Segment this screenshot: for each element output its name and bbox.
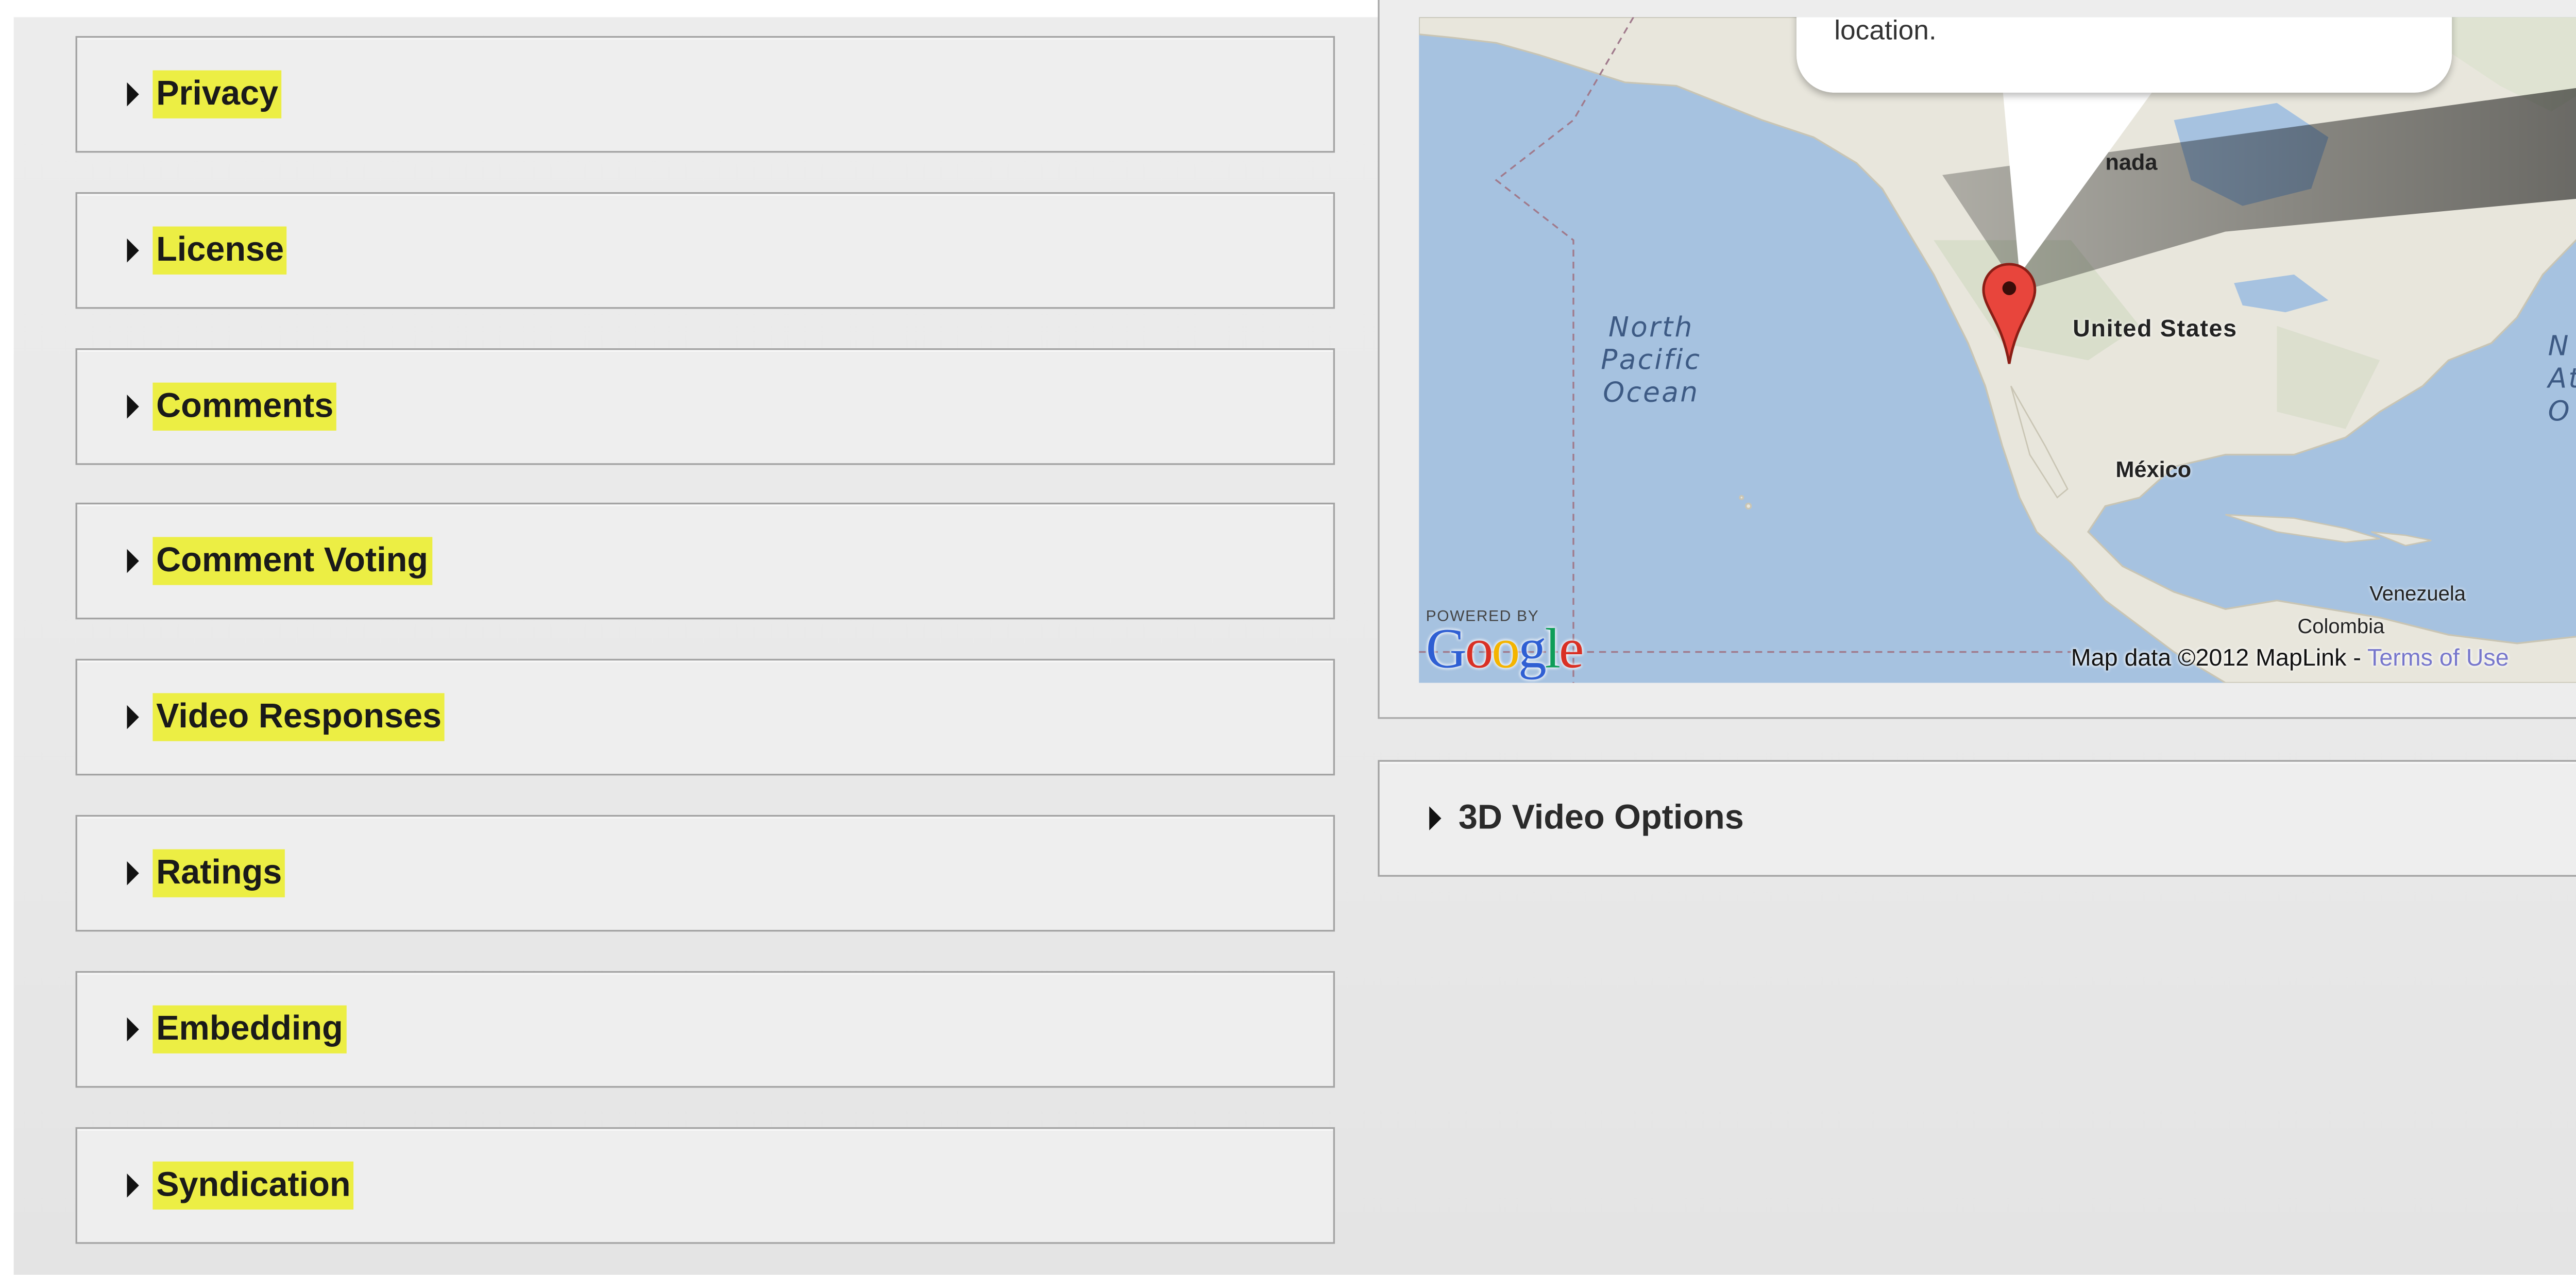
google-wordmark: Google [1426,622,1584,678]
section-label: 3D Video Options [1458,799,1744,838]
land-hawaii [1745,502,1752,510]
expand-triangle-icon [127,394,139,419]
google-letter: g [1518,619,1547,682]
section-license[interactable]: License [75,192,1335,309]
section-label: License [152,226,287,275]
expand-triangle-icon [127,1017,139,1042]
expand-triangle-icon [1429,806,1442,830]
label-united-states: United States [2073,314,2238,342]
google-letter: o [1492,619,1520,682]
map-pin-icon[interactable] [1980,261,2038,370]
section-label: Privacy [152,70,282,118]
expand-triangle-icon [127,82,139,107]
label-colombia: Colombia [2297,614,2385,638]
attribution-text: Map data ©2012 MapLink - [2071,643,2368,671]
expand-triangle-icon [127,238,139,263]
info-bubble-text: location. [1834,17,1937,46]
expand-triangle-icon [127,861,139,886]
expand-triangle-icon [127,705,139,729]
expand-triangle-icon [127,549,139,573]
google-letter: G [1426,619,1467,682]
page: Privacy License Comments Comment Voting … [0,0,2576,1275]
section-3d-video-options[interactable]: 3D Video Options [1378,760,2576,877]
section-label: Embedding [152,1005,347,1053]
terms-of-use-link[interactable]: Terms of Use [2367,643,2509,671]
section-video-responses[interactable]: Video Responses [75,658,1335,776]
info-bubble: location. [1796,17,2452,93]
expand-triangle-icon [127,1173,139,1198]
section-syndication[interactable]: Syndication [75,1127,1335,1244]
section-comment-voting[interactable]: Comment Voting [75,502,1335,620]
google-letter: o [1465,619,1494,682]
google-letter: e [1558,619,1584,682]
section-label: Video Responses [152,693,445,741]
section-label: Comment Voting [152,537,432,585]
section-comments[interactable]: Comments [75,348,1335,465]
map-attribution: Map data ©2012 MapLink - Terms of Use [2071,643,2509,671]
section-label: Ratings [152,849,285,897]
section-privacy[interactable]: Privacy [75,36,1335,153]
land-caribbean [2225,514,2380,543]
label-north-pacific-ocean: North Pacific Ocean [1601,310,1702,409]
section-label: Syndication [152,1161,354,1210]
label-mexico: México [2115,456,2192,482]
land-caribbean-islands [2371,531,2432,547]
label-canada: nada [2105,149,2158,175]
section-label: Comments [152,382,337,431]
section-ratings[interactable]: Ratings [75,814,1335,932]
label-north-atlantic-ocean: N At O [2548,329,2576,428]
section-embedding[interactable]: Embedding [75,971,1335,1088]
land-hawaii [1739,495,1744,500]
location-map[interactable]: location. nada United States México Vene… [1419,17,2576,683]
label-venezuela: Venezuela [2369,582,2466,606]
google-logo[interactable]: POWERED BY Google [1426,607,1584,678]
google-letter: l [1545,619,1561,682]
